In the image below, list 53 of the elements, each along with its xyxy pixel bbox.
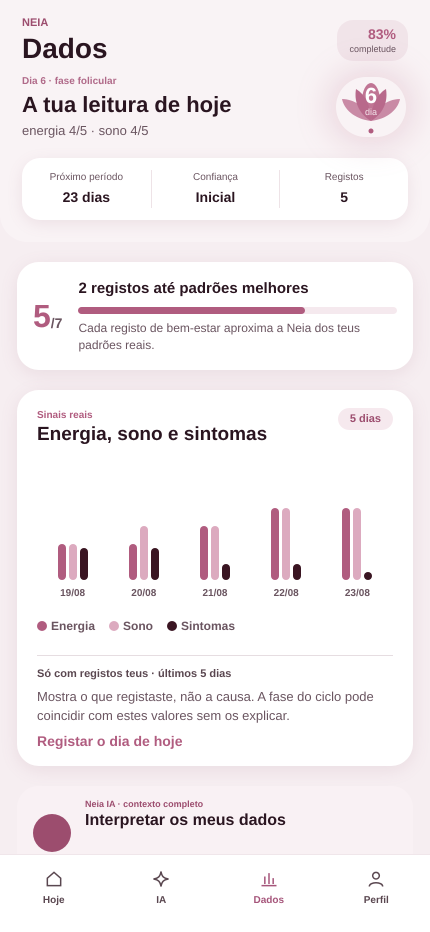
day-label: dia	[364, 108, 377, 117]
chart-bar	[80, 548, 88, 580]
stat-value: Inicial	[196, 188, 236, 207]
chart-bar	[210, 526, 219, 580]
date-label: 22/08	[274, 587, 299, 602]
completeness-value: 83%	[368, 26, 396, 44]
progress-count: 5	[33, 300, 51, 332]
signals-label: Sinais reais	[37, 408, 94, 422]
chart-bar	[140, 526, 148, 580]
legend-label: Sono	[123, 618, 154, 636]
date-label: 20/08	[131, 587, 156, 602]
chart-bar	[150, 548, 159, 580]
person-icon	[366, 869, 386, 889]
signals-title: Energia, sono e sintomas	[37, 422, 268, 446]
progress-total: /7	[50, 316, 62, 330]
days-badge: 5 dias	[338, 408, 393, 430]
completeness-label: completude	[349, 44, 396, 55]
nav-tab[interactable]: Dados	[215, 869, 322, 932]
phase-label: Dia 6 · fase folicular	[22, 75, 118, 89]
progress-title: 2 registos até padrões melhores	[78, 279, 310, 299]
log-today-link[interactable]: Registar o dia de hoje	[37, 730, 393, 752]
ai-title: Interpretar os meus dados	[85, 811, 286, 832]
progress-text: Cada registo de bem-estar aproxima a Neia dos teus padrões reais.	[78, 320, 361, 354]
sparkle-icon	[151, 869, 172, 889]
chart-bar	[293, 564, 302, 580]
chart-bar	[128, 544, 137, 580]
date-label: 19/08	[60, 587, 86, 602]
chart-bar	[68, 544, 77, 580]
note-text: Mostra o que registaste, não a causa. A fase do ciclo pode coincidir com estes valores sem os explicar.	[37, 688, 375, 725]
date-label: 23/08	[344, 587, 370, 602]
note-title: Só com registos teus · últimos 5 dias	[37, 667, 232, 682]
day-number: 6	[364, 85, 378, 107]
ai-label: Neia IA · contexto completo	[85, 798, 204, 811]
stat-label: Próximo período	[50, 171, 124, 185]
nav-tab[interactable]: IA	[108, 869, 215, 932]
home-icon	[44, 869, 64, 889]
chart-bar	[364, 572, 372, 580]
brand-label: NEIA	[22, 18, 50, 29]
legend-label: Energia	[51, 618, 96, 636]
stat-label: Registos	[324, 171, 364, 185]
stat-value: 23 dias	[62, 188, 110, 207]
section-title: A tua leitura de hoje	[22, 91, 232, 118]
today-summary: energia 4/5 · sono 4/5	[22, 122, 150, 140]
legend-label: Sintomas	[181, 618, 236, 636]
chart-bar	[222, 564, 230, 580]
page-title: Dados	[22, 32, 108, 66]
nav-tab[interactable]: Hoje	[0, 869, 108, 932]
date-label: 21/08	[202, 587, 228, 602]
chart-bar	[200, 526, 208, 580]
stat-value: 5	[340, 188, 348, 207]
chart-bar	[58, 544, 66, 580]
stat-label: Confiança	[192, 171, 238, 185]
nav-tab[interactable]: Perfil	[322, 869, 430, 932]
